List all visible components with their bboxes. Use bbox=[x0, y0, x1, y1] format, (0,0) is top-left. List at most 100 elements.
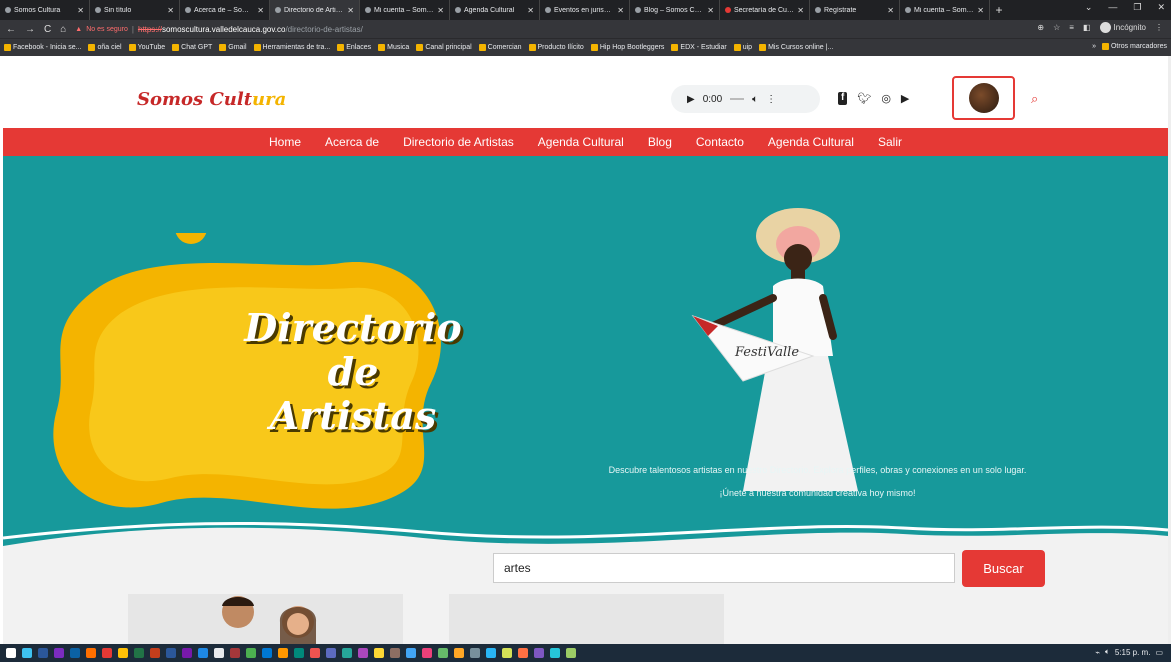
browser-tab[interactable]: Regístrate ✕ bbox=[810, 0, 900, 20]
artist-card[interactable] bbox=[128, 594, 403, 644]
more-bookmarks-icon[interactable]: » bbox=[1092, 43, 1096, 50]
taskbar-app-icon[interactable] bbox=[342, 648, 352, 658]
minimize-icon[interactable]: — bbox=[1108, 2, 1117, 13]
reload-icon[interactable]: C bbox=[44, 24, 51, 35]
taskbar-app-icon[interactable] bbox=[102, 648, 112, 658]
taskbar-app-icon[interactable] bbox=[54, 648, 64, 658]
browser-tab[interactable]: Directorio de Artistas ✕ bbox=[270, 0, 360, 20]
url-field[interactable]: ▲ No es seguro | https://somoscultura.va… bbox=[75, 25, 363, 34]
taskbar-app-icon[interactable] bbox=[278, 648, 288, 658]
search-icon[interactable]: ⌕ bbox=[1031, 91, 1038, 107]
close-icon[interactable]: ✕ bbox=[1157, 2, 1165, 13]
back-icon[interactable]: ← bbox=[6, 24, 16, 35]
zoom-icon[interactable]: ⊕ bbox=[1037, 23, 1044, 32]
bookmark-item[interactable]: EDX - Estudiar bbox=[671, 44, 727, 51]
site-logo[interactable]: Somos Cultura bbox=[137, 89, 286, 110]
facebook-icon[interactable]: f bbox=[838, 92, 848, 105]
search-button[interactable]: Buscar bbox=[962, 550, 1045, 587]
progress-bar[interactable] bbox=[730, 98, 745, 100]
reading-list-icon[interactable]: ≡ bbox=[1069, 23, 1074, 32]
clock[interactable]: 5:15 p. m. bbox=[1115, 648, 1151, 657]
taskbar-app-icon[interactable] bbox=[326, 648, 336, 658]
forward-icon[interactable]: → bbox=[25, 24, 35, 35]
taskbar-app-icon[interactable] bbox=[550, 648, 560, 658]
star-icon[interactable]: ☆ bbox=[1053, 23, 1060, 32]
nav-item[interactable]: Salir bbox=[878, 135, 902, 149]
bookmark-item[interactable]: Gmail bbox=[219, 44, 247, 51]
taskbar-app-icon[interactable] bbox=[6, 648, 16, 658]
taskbar-app-icon[interactable] bbox=[70, 648, 80, 658]
taskbar-app-icon[interactable] bbox=[566, 648, 576, 658]
tab-close-icon[interactable]: ✕ bbox=[257, 6, 264, 15]
browser-tab[interactable]: Somos Cultura ✕ bbox=[0, 0, 90, 20]
tab-close-icon[interactable]: ✕ bbox=[887, 6, 894, 15]
bookmark-item[interactable]: Musica bbox=[378, 44, 409, 51]
taskbar-app-icon[interactable] bbox=[262, 648, 272, 658]
taskbar-app-icon[interactable] bbox=[358, 648, 368, 658]
side-panel-icon[interactable]: ◧ bbox=[1083, 23, 1091, 32]
tab-close-icon[interactable]: ✕ bbox=[707, 6, 714, 15]
twitter-icon[interactable]: 🐦︎ bbox=[857, 92, 871, 105]
other-bookmarks[interactable]: Otros marcadores bbox=[1101, 43, 1167, 50]
artist-card[interactable] bbox=[449, 594, 724, 644]
browser-tab[interactable]: Eventos en jurisdicción✕ bbox=[540, 0, 630, 20]
taskbar-app-icon[interactable] bbox=[502, 648, 512, 658]
taskbar-app-icon[interactable] bbox=[118, 648, 128, 658]
nav-item[interactable]: Acerca de bbox=[325, 135, 379, 149]
incognito-badge[interactable]: Incógnito bbox=[1099, 22, 1146, 33]
taskbar-app-icon[interactable] bbox=[86, 648, 96, 658]
bookmark-item[interactable]: YouTube bbox=[128, 44, 165, 51]
tab-close-icon[interactable]: ✕ bbox=[167, 6, 174, 15]
more-options-icon[interactable]: ⋮ bbox=[766, 94, 776, 105]
taskbar-app-icon[interactable] bbox=[534, 648, 544, 658]
taskbar-app-icon[interactable] bbox=[150, 648, 160, 658]
bookmark-item[interactable]: Chat GPT bbox=[172, 44, 212, 51]
nav-item[interactable]: Blog bbox=[648, 135, 672, 149]
nav-item[interactable]: Contacto bbox=[696, 135, 744, 149]
tab-close-icon[interactable]: ✕ bbox=[437, 6, 444, 15]
taskbar-app-icon[interactable] bbox=[230, 648, 240, 658]
taskbar-app-icon[interactable] bbox=[198, 648, 208, 658]
nav-item[interactable]: Agenda Cultural bbox=[538, 135, 624, 149]
youtube-icon[interactable]: ▶︎ bbox=[901, 92, 909, 105]
play-icon[interactable]: ▶ bbox=[687, 94, 695, 105]
nav-item[interactable]: Agenda Cultural bbox=[768, 135, 854, 149]
search-input[interactable] bbox=[493, 553, 955, 583]
instagram-icon[interactable]: ◎ bbox=[881, 92, 891, 105]
chevron-down-icon[interactable]: ⌄ bbox=[1085, 2, 1093, 13]
home-icon[interactable]: ⌂ bbox=[60, 24, 66, 35]
new-tab-button[interactable]: + bbox=[990, 3, 1008, 17]
restore-icon[interactable]: ❐ bbox=[1133, 2, 1141, 13]
notifications-icon[interactable]: ▭ bbox=[1155, 648, 1163, 657]
bookmark-item[interactable]: Comercian bbox=[478, 44, 522, 51]
tab-close-icon[interactable]: ✕ bbox=[347, 6, 354, 15]
tab-close-icon[interactable]: ✕ bbox=[977, 6, 984, 15]
taskbar-app-icon[interactable] bbox=[422, 648, 432, 658]
bookmark-item[interactable]: Canal principal bbox=[416, 44, 472, 51]
tab-close-icon[interactable]: ✕ bbox=[797, 6, 804, 15]
taskbar-app-icon[interactable] bbox=[374, 648, 384, 658]
volume-icon[interactable]: 🔈︎ bbox=[1105, 647, 1110, 657]
tab-close-icon[interactable]: ✕ bbox=[617, 6, 624, 15]
taskbar-app-icon[interactable] bbox=[310, 648, 320, 658]
bookmark-item[interactable]: Facebook - Inicia se... bbox=[4, 44, 81, 51]
network-icon[interactable]: ⌁ bbox=[1095, 648, 1100, 657]
tab-close-icon[interactable]: ✕ bbox=[527, 6, 534, 15]
menu-icon[interactable]: ⋮ bbox=[1155, 23, 1163, 32]
taskbar-app-icon[interactable] bbox=[294, 648, 304, 658]
nav-item[interactable]: Directorio de Artistas bbox=[403, 135, 514, 149]
taskbar-app-icon[interactable] bbox=[134, 648, 144, 658]
browser-tab[interactable]: Blog – Somos Cultura✕ bbox=[630, 0, 720, 20]
taskbar-app-icon[interactable] bbox=[182, 648, 192, 658]
browser-tab[interactable]: Mi cuenta – Somos Cultura✕ bbox=[360, 0, 450, 20]
taskbar-app-icon[interactable] bbox=[470, 648, 480, 658]
bookmark-item[interactable]: uip bbox=[733, 44, 752, 51]
taskbar-app-icon[interactable] bbox=[246, 648, 256, 658]
taskbar-app-icon[interactable] bbox=[454, 648, 464, 658]
tab-close-icon[interactable]: ✕ bbox=[77, 6, 84, 15]
bookmark-item[interactable]: Producto Ilícito bbox=[528, 44, 584, 51]
taskbar-app-icon[interactable] bbox=[166, 648, 176, 658]
browser-tab[interactable]: Sin título ✕ bbox=[90, 0, 180, 20]
browser-tab[interactable]: Acerca de – Somos Cultura✕ bbox=[180, 0, 270, 20]
bookmark-item[interactable]: Hip Hop Bootleggers bbox=[590, 44, 664, 51]
